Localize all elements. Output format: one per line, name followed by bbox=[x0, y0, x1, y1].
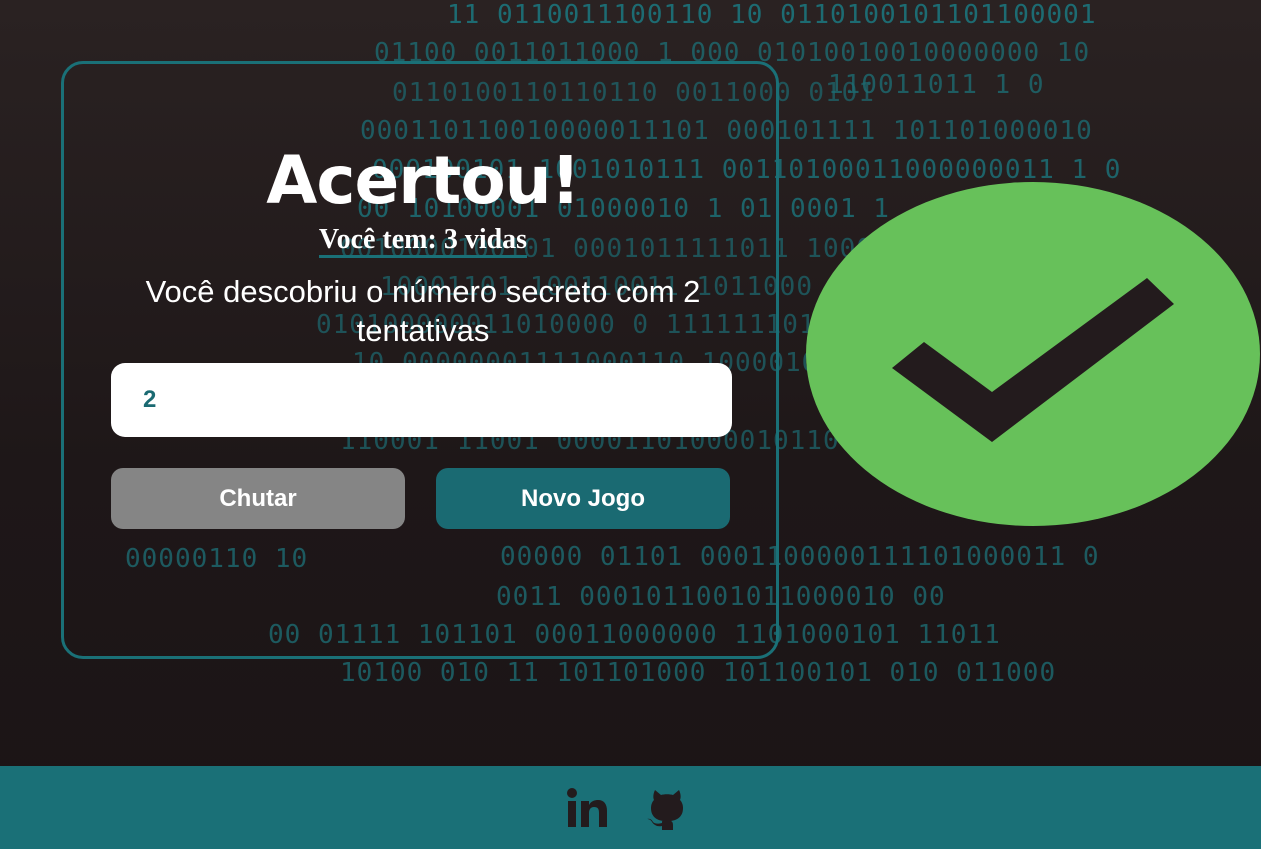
result-title: Acertou! bbox=[266, 142, 581, 219]
github-icon[interactable] bbox=[645, 786, 689, 830]
lives-counter: Você tem: 3 vidas bbox=[64, 224, 782, 258]
check-circle bbox=[806, 182, 1260, 526]
linkedin-icon[interactable] bbox=[566, 786, 610, 830]
background-digits: 11 0110011100110 10 0110100101101100001 bbox=[447, 0, 1097, 30]
footer bbox=[0, 766, 1261, 849]
guess-button[interactable]: Chutar bbox=[111, 468, 405, 529]
result-message: Você descobriu o número secreto com 2 te… bbox=[145, 274, 701, 348]
check-mark-icon bbox=[806, 182, 1260, 526]
background-digits: 110011011 1 0 bbox=[828, 70, 1045, 100]
background-digits: 10100 010 11 101101000 101100101 010 011… bbox=[340, 658, 1057, 688]
game-card: Acertou! Você tem: 3 vidas Você descobri… bbox=[61, 61, 779, 659]
new-game-button[interactable]: Novo Jogo bbox=[436, 468, 730, 529]
lives-text: Você tem: 3 vidas bbox=[318, 226, 528, 258]
guess-input[interactable] bbox=[111, 363, 732, 437]
